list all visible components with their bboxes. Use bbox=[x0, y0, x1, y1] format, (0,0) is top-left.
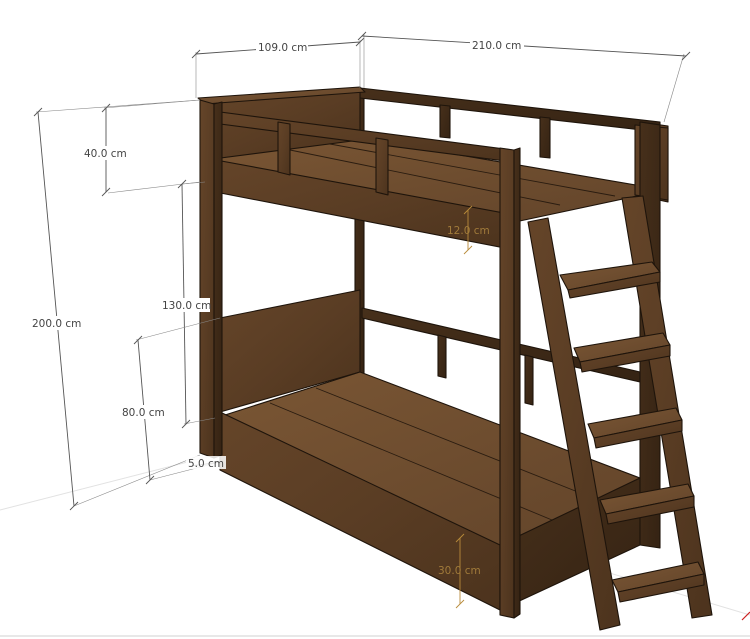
back-guard-picket-2 bbox=[539, 116, 551, 159]
upper-clearance-label: 130.0 cm bbox=[162, 300, 211, 312]
guard-height-label: 40.0 cm bbox=[84, 148, 127, 160]
ladder-right-stile bbox=[621, 195, 713, 619]
back-lower-picket-1 bbox=[437, 334, 447, 379]
width-dimension-label: 109.0 cm bbox=[258, 42, 307, 54]
bunk-bed-diagram: 109.0 cm 210.0 cm 40.0 cm 200.0 cm 130.0… bbox=[0, 0, 750, 639]
total-height-label: 200.0 cm bbox=[32, 318, 81, 330]
upper-guard-picket-2 bbox=[375, 137, 389, 196]
back-guard-picket-1 bbox=[439, 104, 451, 139]
lower-headboard-label: 80.0 cm bbox=[122, 407, 165, 419]
upper-bunk bbox=[197, 86, 669, 251]
front-left-post bbox=[199, 99, 215, 459]
leg-gap-label: 5.0 cm bbox=[188, 458, 224, 470]
back-lower-picket-2 bbox=[524, 354, 534, 406]
bunk-bed-drawing: 109.0 cm 210.0 cm 40.0 cm 200.0 cm 130.0… bbox=[0, 31, 750, 637]
front-right-post bbox=[499, 147, 515, 619]
lower-side-label: 30.0 cm bbox=[438, 565, 481, 577]
frame-thickness-label: 12.0 cm bbox=[447, 225, 490, 237]
upper-guard-picket-1 bbox=[277, 121, 291, 176]
dimension-leg-gap: 5.0 cm bbox=[186, 456, 226, 470]
length-dimension-label: 210.0 cm bbox=[472, 40, 521, 52]
dimension-guard-height: 40.0 cm bbox=[82, 99, 201, 197]
back-upper-rail bbox=[359, 87, 661, 133]
